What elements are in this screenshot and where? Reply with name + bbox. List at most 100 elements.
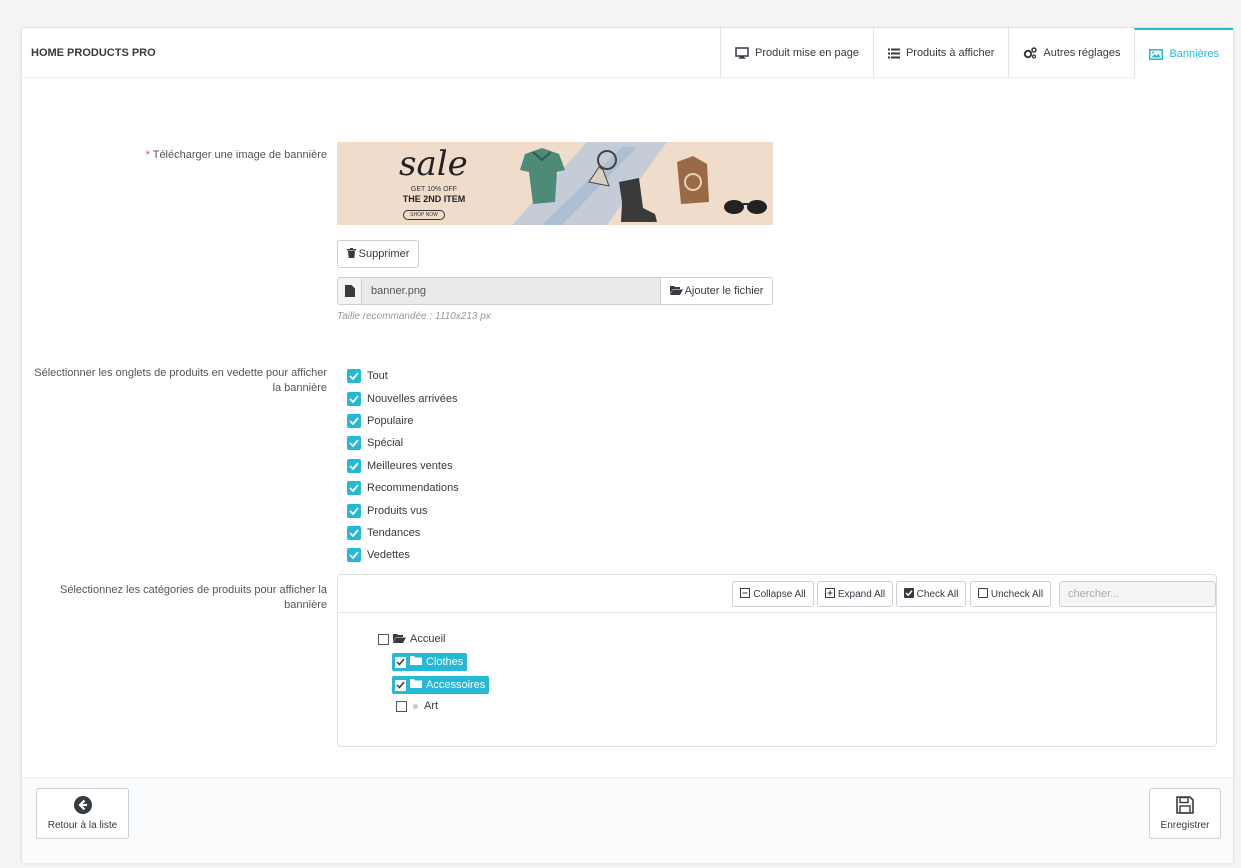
- arrow-circle-left-icon: [73, 796, 92, 817]
- tree-node-accessoires[interactable]: Accessoires: [392, 676, 490, 694]
- checkbox-checked[interactable]: [347, 548, 361, 563]
- folder-open-icon: [393, 633, 406, 646]
- save-label: Enregistrer: [1160, 820, 1210, 831]
- tree-checkbox[interactable]: [396, 700, 407, 712]
- checkbox-label: Populaire: [367, 414, 414, 427]
- checkbox-checked[interactable]: [347, 481, 361, 496]
- check-all-button[interactable]: Check All: [896, 581, 966, 607]
- tree-node-root[interactable]: Accueil: [378, 630, 445, 648]
- checkbox-label: Tout: [367, 370, 388, 383]
- uncheck-all-label: Uncheck All: [990, 588, 1044, 600]
- checkbox-label: Produits vus: [367, 504, 428, 517]
- checked-box-icon: [903, 587, 914, 601]
- panel-header: HOME PRODUCTS PRO Produit mise en page P…: [22, 28, 1233, 78]
- checkbox-label: Vedettes: [367, 549, 410, 562]
- checkbox-checked[interactable]: [347, 369, 361, 384]
- checkbox-label: Recommendations: [367, 482, 459, 495]
- tab-banners[interactable]: Bannières: [1134, 28, 1233, 78]
- categories-label: Sélectionnez les catégories de produits …: [59, 584, 327, 611]
- delete-label: Supprimer: [358, 248, 410, 260]
- tab-checkbox-all[interactable]: Tout: [347, 365, 459, 387]
- delete-banner-button[interactable]: Supprimer: [337, 240, 419, 268]
- list-icon: [887, 48, 900, 59]
- required-mark: *: [145, 149, 150, 161]
- tab-checkbox-special[interactable]: Spécial: [347, 432, 459, 454]
- banner-cta: SHOP NOW: [403, 210, 445, 220]
- trash-icon: [346, 247, 356, 261]
- module-title: HOME PRODUCTS PRO: [31, 47, 156, 59]
- checkbox-label: Meilleures ventes: [367, 459, 453, 472]
- collapse-icon: [740, 587, 751, 601]
- tree-node-clothes[interactable]: Clothes: [392, 653, 468, 671]
- tree-node-label: Clothes: [426, 656, 464, 668]
- leaf-dot-icon: [413, 703, 418, 709]
- category-tree-toolbar: Collapse All Expand All Check All Unchec…: [338, 575, 1216, 613]
- tab-checkbox-best-sellers[interactable]: Meilleures ventes: [347, 455, 459, 477]
- tab-checkbox-recommendations[interactable]: Recommendations: [347, 477, 459, 499]
- back-to-list-button[interactable]: Retour à la liste: [36, 788, 129, 839]
- module-panel: HOME PRODUCTS PRO Produit mise en page P…: [21, 27, 1234, 863]
- check-all-label: Check All: [916, 588, 959, 600]
- folder-icon: [410, 679, 422, 691]
- file-icon: [338, 278, 362, 304]
- banner-line1: GET 10% OFF: [410, 186, 458, 193]
- banner-line2: THE 2ND ITEM: [402, 194, 466, 204]
- expand-all-label: Expand All: [837, 588, 886, 600]
- checkbox-checked[interactable]: [347, 436, 361, 451]
- floppy-disk-icon: [1176, 796, 1194, 817]
- tab-label: Produits à afficher: [905, 47, 995, 59]
- tree-checkbox-checked[interactable]: [395, 656, 406, 668]
- uncheck-all-button[interactable]: Uncheck All: [970, 581, 1051, 607]
- tree-node-art[interactable]: Art: [396, 697, 438, 715]
- tab-label: Bannières: [1169, 48, 1219, 60]
- tab-label: Autres réglages: [1043, 47, 1121, 59]
- empty-box-icon: [977, 587, 988, 601]
- checkbox-checked[interactable]: [347, 503, 361, 518]
- banner-preview: sale GET 10% OFF THE 2ND ITEM SHOP NOW: [337, 142, 773, 225]
- tab-checkbox-featured[interactable]: Vedettes: [347, 544, 459, 566]
- tab-checkbox-viewed-products[interactable]: Produits vus: [347, 499, 459, 521]
- save-button[interactable]: Enregistrer: [1149, 788, 1221, 839]
- banner-headline: sale: [399, 144, 468, 184]
- panel-footer: Retour à la liste Enregistrer: [22, 777, 1233, 863]
- expand-icon: [824, 587, 835, 601]
- add-file-button[interactable]: Ajouter le fichier: [660, 278, 772, 304]
- tree-node-label: Accessoires: [426, 679, 486, 691]
- monitor-icon: [735, 47, 749, 59]
- tab-product-layout[interactable]: Produit mise en page: [719, 28, 873, 78]
- folder-open-icon: [669, 285, 683, 298]
- add-file-label: Ajouter le fichier: [684, 285, 764, 297]
- tab-checkbox-trending[interactable]: Tendances: [347, 522, 459, 544]
- checkbox-checked[interactable]: [347, 525, 361, 540]
- tab-checkbox-new-arrivals[interactable]: Nouvelles arrivées: [347, 387, 459, 409]
- tree-node-label: Art: [424, 700, 439, 712]
- collapse-all-button[interactable]: Collapse All: [732, 581, 814, 607]
- tree-checkbox-checked[interactable]: [395, 679, 406, 691]
- tab-products-to-display[interactable]: Produits à afficher: [872, 28, 1008, 78]
- recommended-size-hint: Taille recommandée : 1110x213 px: [337, 311, 491, 322]
- checkbox-checked[interactable]: [347, 391, 361, 406]
- file-upload-field[interactable]: banner.png Ajouter le fichier: [337, 277, 773, 305]
- category-tree: Collapse All Expand All Check All Unchec…: [337, 574, 1217, 747]
- collapse-all-label: Collapse All: [753, 588, 806, 600]
- back-label: Retour à la liste: [47, 820, 118, 831]
- folder-icon: [410, 656, 422, 668]
- file-name-display: banner.png: [362, 278, 660, 304]
- category-search-input[interactable]: [1059, 581, 1216, 607]
- checkbox-checked[interactable]: [347, 458, 361, 473]
- checkbox-label: Spécial: [367, 437, 404, 450]
- tab-other-settings[interactable]: Autres réglages: [1008, 28, 1134, 78]
- banner-upload-label: * Télécharger une image de bannière: [31, 148, 327, 163]
- expand-all-button[interactable]: Expand All: [817, 581, 893, 607]
- gears-icon: [1023, 47, 1038, 59]
- featured-tabs-label: Sélectionner les onglets de produits en …: [34, 367, 327, 394]
- config-tabs: Produit mise en page Produits à afficher…: [719, 28, 1233, 78]
- tree-checkbox[interactable]: [378, 633, 389, 645]
- checkbox-checked[interactable]: [347, 413, 361, 428]
- tab-checkbox-popular[interactable]: Populaire: [347, 410, 459, 432]
- tree-node-label: Accueil: [410, 633, 446, 645]
- checkbox-label: Nouvelles arrivées: [367, 392, 458, 405]
- image-icon: [1149, 48, 1164, 60]
- featured-tabs-checklist: Tout Nouvelles arrivées Populaire Spécia…: [347, 365, 459, 567]
- banner-upload-label-text: Télécharger une image de bannière: [152, 149, 327, 161]
